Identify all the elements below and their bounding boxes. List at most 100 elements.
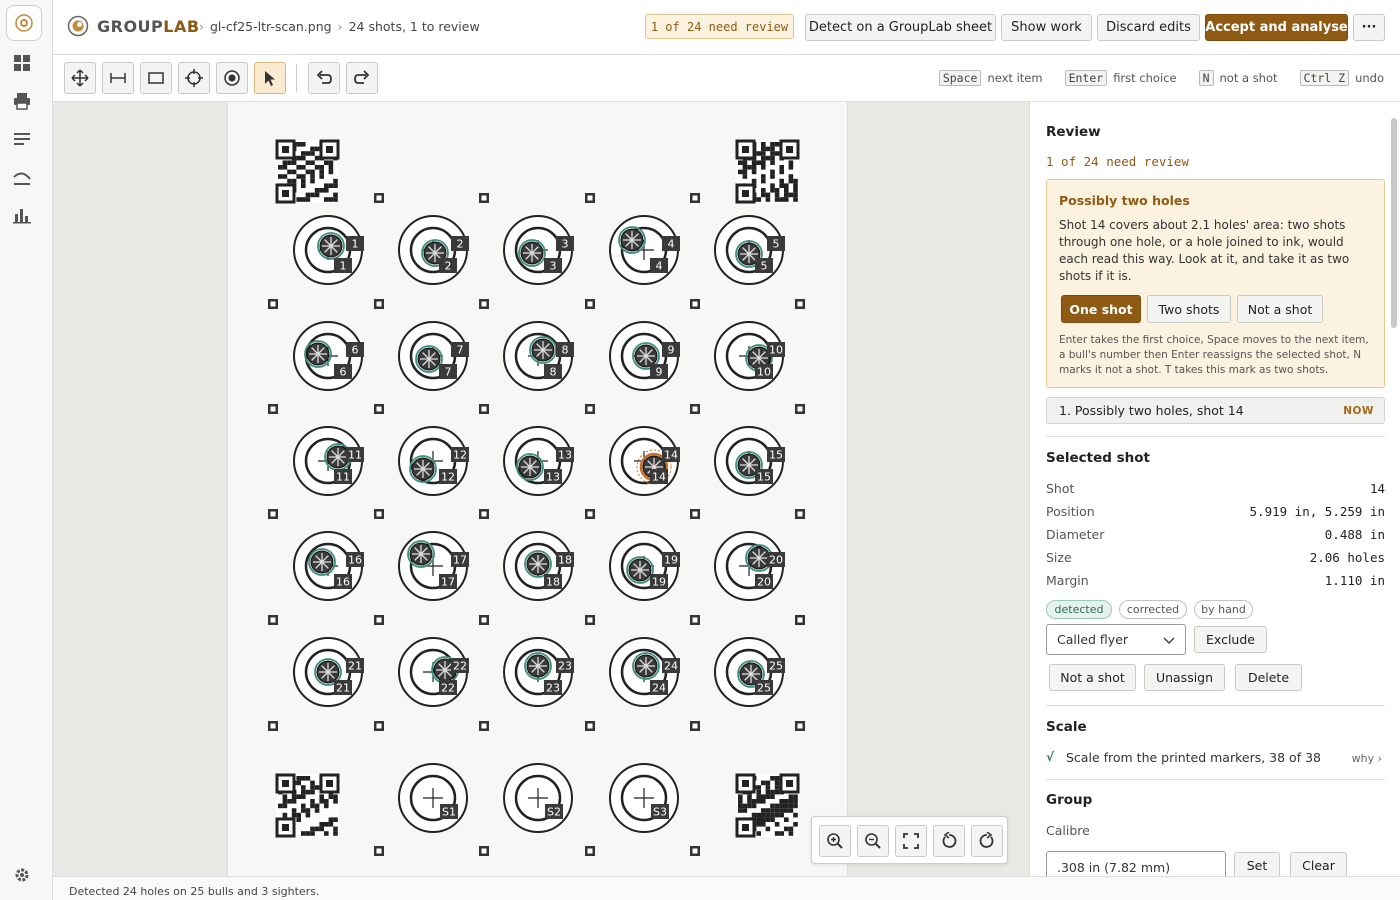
fiducial-marker-inner <box>797 511 803 517</box>
tag-by-hand[interactable]: by hand <box>1194 600 1253 619</box>
undo-button[interactable] <box>308 62 340 94</box>
rotate-right-button[interactable] <box>971 825 1003 857</box>
qr-module <box>784 817 789 822</box>
fiducial-marker-inner <box>587 617 593 623</box>
redo-button[interactable] <box>346 62 378 94</box>
brand-logo-icon <box>67 15 89 37</box>
chart-icon[interactable] <box>11 204 33 226</box>
qr-module <box>328 160 334 165</box>
qr-module <box>314 155 320 161</box>
qr-module <box>779 812 784 818</box>
qr-module <box>738 803 743 809</box>
fit-view-button[interactable] <box>895 825 927 857</box>
qr-module <box>747 799 752 804</box>
qr-module <box>751 799 757 804</box>
select-tool-button[interactable] <box>254 62 286 94</box>
rotate-left-button[interactable] <box>933 825 965 857</box>
fiducial-marker-inner <box>376 511 382 517</box>
fiducial-marker-inner <box>692 406 698 412</box>
divider <box>1046 779 1385 780</box>
detect-button[interactable]: Detect on a GroupLab sheet <box>805 14 996 41</box>
discard-edits-button[interactable]: Discard edits <box>1097 14 1200 41</box>
home-logo-button[interactable] <box>6 5 42 41</box>
scale-why-link[interactable]: why › <box>1352 752 1382 765</box>
pan-tool-button[interactable] <box>64 62 96 94</box>
qr-module <box>779 165 784 170</box>
shot-number-label: 20 <box>757 576 771 589</box>
qr-module <box>756 789 761 795</box>
fiducial-marker-inner <box>692 617 698 623</box>
calibre-input[interactable]: .308 in (7.82 mm) <box>1046 851 1226 876</box>
settings-gear-icon[interactable] <box>11 864 33 886</box>
bull-number-label: 6 <box>352 344 359 357</box>
fiducial-marker-inner <box>692 511 698 517</box>
qr-module <box>770 817 775 822</box>
qr-module <box>756 160 761 165</box>
list-icon[interactable] <box>11 128 33 150</box>
rotate-right-icon <box>979 832 994 848</box>
unassign-button[interactable]: Unassign <box>1144 664 1225 691</box>
qr-module <box>756 831 761 836</box>
qr-module <box>301 803 306 809</box>
review-count-pill[interactable]: 1 of 24 need review <box>645 14 794 39</box>
panel-scrollbar[interactable] <box>1391 118 1397 328</box>
hole-tool-button[interactable] <box>216 62 248 94</box>
qr-module <box>324 831 329 836</box>
sheet-drawing[interactable]: 1122334455667788991010111112121313141415… <box>228 102 849 876</box>
fiducial-marker-inner <box>797 723 803 729</box>
qr-module <box>761 146 766 152</box>
curve-icon[interactable] <box>11 166 33 188</box>
called-select[interactable]: Called flyer <box>1046 624 1186 655</box>
crosshair-tool-button[interactable] <box>178 62 210 94</box>
exclude-button[interactable]: Exclude <box>1194 626 1267 653</box>
bull-number-label: 5 <box>773 238 780 251</box>
fiducial-marker-inner <box>270 617 276 623</box>
print-icon[interactable] <box>11 90 33 112</box>
qr-module <box>291 169 297 175</box>
delete-button[interactable]: Delete <box>1235 664 1302 691</box>
shot-number-label: 3 <box>550 260 557 273</box>
qr-module <box>742 803 748 809</box>
bull-number-label: 17 <box>453 554 467 567</box>
accept-analyse-button[interactable]: Accept and analyse <box>1205 14 1348 41</box>
show-work-button[interactable]: Show work <box>1001 14 1092 41</box>
qr-module <box>319 165 324 170</box>
qr-module <box>784 799 789 804</box>
clear-calibre-button[interactable]: Clear <box>1290 852 1347 876</box>
one-shot-button[interactable]: One shot <box>1061 295 1141 323</box>
issue-help-text: Enter takes the first choice, Space move… <box>1059 334 1369 376</box>
breadcrumb-file[interactable]: gl-cf25-ltr-scan.png <box>210 19 332 34</box>
hint-label: not a shot <box>1219 71 1278 85</box>
qr-module <box>788 794 794 799</box>
tag-corrected[interactable]: corrected <box>1119 600 1187 619</box>
zoom-out-button[interactable] <box>857 825 889 857</box>
qr-module <box>278 165 283 170</box>
qr-module <box>324 197 329 202</box>
qr-module <box>793 178 798 184</box>
rectangle-tool-button[interactable] <box>140 62 172 94</box>
set-calibre-button[interactable]: Set <box>1234 852 1280 876</box>
qr-module <box>788 799 794 804</box>
two-shots-button[interactable]: Two shots <box>1147 295 1231 323</box>
target-sheet[interactable]: 1 1 2 2 3 3 4 4 5 5 6 6 7 7 8 8 9 9 10 10 11 11 12 12 13 13 14 14 15… <box>227 102 848 876</box>
dashboard-icon[interactable] <box>11 52 33 74</box>
more-menu-button[interactable]: ··· <box>1353 14 1385 41</box>
qr-module <box>301 789 306 795</box>
qr-module <box>788 808 794 813</box>
qr-module <box>310 169 315 175</box>
hint-label: undo <box>1355 71 1384 85</box>
tag-detected[interactable]: detected <box>1046 600 1112 619</box>
measure-tool-button[interactable] <box>102 62 134 94</box>
review-queue-item[interactable]: 1. Possibly two holes, shot 14 NOW <box>1046 397 1385 424</box>
not-a-shot-button[interactable]: Not a shot <box>1049 664 1136 691</box>
zoom-in-button[interactable] <box>819 825 851 857</box>
qr-module <box>301 151 306 156</box>
hint-key: N <box>1198 70 1214 86</box>
qr-module <box>333 826 338 832</box>
canvas-area[interactable]: 1 1 2 2 3 3 4 4 5 5 6 6 7 7 8 8 9 9 10 10 11 11 12 12 13 13 14 14 15… <box>53 102 1029 876</box>
sighter-label: S1 <box>442 806 456 819</box>
qr-module <box>305 789 311 795</box>
now-badge: NOW <box>1343 405 1374 417</box>
not-a-shot-choice-button[interactable]: Not a shot <box>1237 295 1323 323</box>
qr-module <box>310 803 315 809</box>
